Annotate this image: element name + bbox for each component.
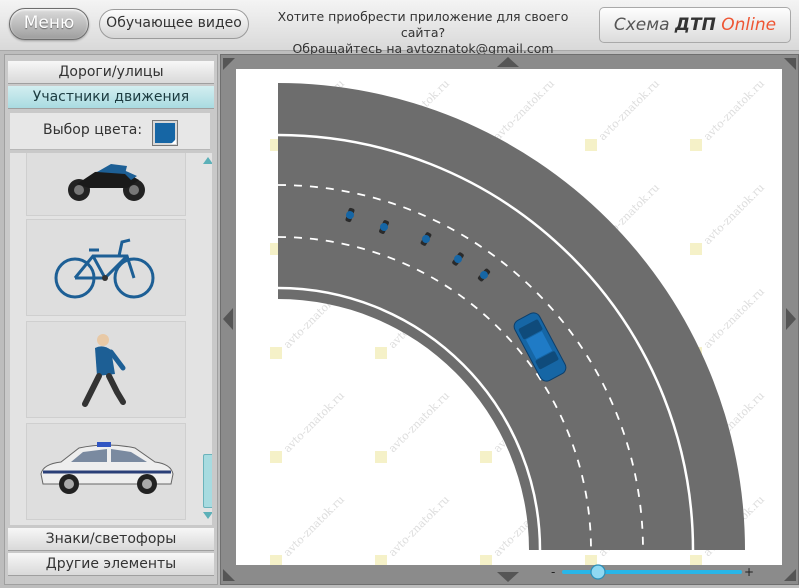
section-roads[interactable]: Дороги/улицы: [8, 61, 214, 84]
watermark-mark: [375, 451, 387, 463]
watermark-text: avto-znatok.ru: [701, 285, 767, 351]
watermark-text: avto-znatok.ru: [701, 181, 767, 247]
pan-down-icon[interactable]: [497, 572, 519, 582]
road-curve[interactable]: [278, 83, 745, 550]
list-scrollbar[interactable]: [203, 157, 212, 519]
watermark-text: avto-znatok.ru: [281, 493, 347, 559]
section-signs[interactable]: Знаки/светофоры: [8, 528, 214, 551]
watermark-mark: [690, 139, 702, 151]
menu-button[interactable]: Меню: [9, 8, 89, 40]
zoom-minus[interactable]: -: [551, 565, 555, 579]
pan-bottom-left-icon[interactable]: [223, 569, 235, 581]
watermark-text: avto-znatok.ru: [491, 77, 557, 143]
scheme-drawing[interactable]: avto-znatok.ru avto-znatok.ru avto-znatok.…: [236, 69, 782, 565]
police-car-icon: [40, 442, 174, 494]
pedestrian-icon: [82, 334, 126, 407]
motorcycle-icon: [68, 164, 145, 201]
zoom-fill: [562, 570, 742, 574]
promo-text: Хотите приобрести приложение для своего …: [258, 9, 588, 57]
color-label: Выбор цвета:: [43, 122, 143, 138]
pan-bottom-right-icon[interactable]: [784, 569, 796, 581]
brand-logo: Схема ДТП Online: [599, 7, 791, 43]
watermark-text: avto-znatok.ru: [386, 493, 452, 559]
scroll-up-icon[interactable]: [203, 157, 212, 164]
watermark-text: avto-znatok.ru: [701, 77, 767, 143]
top-bar: Меню Обучающее видео Хотите приобрести п…: [0, 0, 799, 56]
pan-left-icon[interactable]: [223, 308, 233, 330]
color-picker-row: Выбор цвета:: [10, 113, 210, 150]
scheme-canvas[interactable]: avto-znatok.ru avto-znatok.ru avto-znatok.…: [236, 69, 782, 565]
zoom-control: - +: [548, 564, 758, 580]
scroll-down-icon[interactable]: [203, 512, 212, 519]
watermark-text: avto-znatok.ru: [281, 389, 347, 455]
list-item-pedestrian[interactable]: [26, 321, 186, 418]
watermark-mark: [375, 555, 387, 565]
pan-right-icon[interactable]: [786, 308, 796, 330]
promo-line-1: Хотите приобрести приложение для своего …: [277, 9, 569, 40]
sidebar: Дороги/улицы Участники движения Выбор цв…: [4, 54, 218, 585]
zoom-plus[interactable]: +: [744, 565, 754, 579]
watermark-mark: [270, 347, 282, 359]
watermark-mark: [375, 347, 387, 359]
watermark-mark: [270, 555, 282, 565]
watermark-mark: [690, 243, 702, 255]
watermark-mark: [270, 451, 282, 463]
participants-list: [10, 153, 212, 525]
brand-part-3: Online: [715, 15, 777, 35]
tutorial-video-button[interactable]: Обучающее видео: [99, 9, 249, 39]
color-swatch[interactable]: [152, 120, 178, 146]
list-item-bicycle[interactable]: [26, 219, 186, 316]
watermark-mark: [585, 139, 597, 151]
list-item-police-car[interactable]: [26, 423, 186, 520]
watermark-mark: [480, 555, 492, 565]
bicycle-icon: [54, 238, 155, 299]
zoom-slider[interactable]: - +: [548, 564, 758, 580]
watermark-text: avto-znatok.ru: [386, 389, 452, 455]
watermark-mark: [480, 451, 492, 463]
section-other[interactable]: Другие элементы: [8, 553, 214, 576]
section-participants[interactable]: Участники движения: [8, 86, 214, 109]
brand-part-1: Схема: [613, 15, 675, 35]
scroll-thumb[interactable]: [203, 454, 212, 508]
pan-top-right-icon[interactable]: [784, 58, 796, 70]
pan-top-left-icon[interactable]: [223, 58, 235, 70]
scheme-canvas-frame: avto-znatok.ru avto-znatok.ru avto-znatok.…: [220, 54, 799, 585]
pan-up-icon[interactable]: [497, 57, 519, 67]
brand-part-2: ДТП: [674, 15, 716, 35]
list-item-motorcycle[interactable]: [26, 153, 186, 216]
watermark-text: avto-znatok.ru: [596, 77, 662, 143]
zoom-knob[interactable]: [590, 564, 606, 580]
